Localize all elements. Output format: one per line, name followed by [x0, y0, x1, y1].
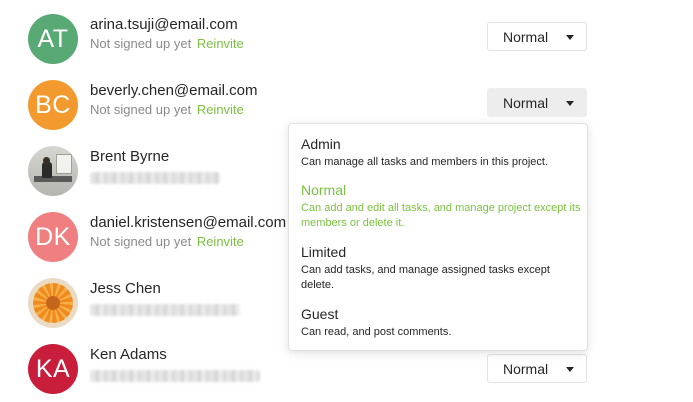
member-name: Jess Chen: [90, 280, 161, 297]
role-option-guest[interactable]: Guest Can read, and post comments.: [301, 306, 581, 340]
avatar: DK: [28, 212, 78, 262]
role-dropdown-menu: Admin Can manage all tasks and members i…: [288, 123, 588, 351]
caret-down-icon: [566, 35, 574, 40]
caret-down-icon: [566, 101, 574, 106]
role-option-title: Guest: [301, 306, 339, 322]
member-name: beverly.chen@email.com: [90, 82, 258, 99]
status-text: Not signed up yet: [90, 102, 192, 117]
status-text: Not signed up yet: [90, 36, 192, 51]
avatar: AT: [28, 14, 78, 64]
avatar: KA: [28, 344, 78, 394]
role-dropdown-button[interactable]: Normal: [487, 22, 587, 51]
member-status: Not signed up yet Reinvite: [90, 102, 244, 117]
role-dropdown-button[interactable]: Normal: [487, 354, 587, 383]
member-name: Brent Byrne: [90, 148, 170, 165]
caret-down-icon: [566, 367, 574, 372]
flower-photo-icon: [28, 278, 78, 328]
member-name: arina.tsuji@email.com: [90, 16, 238, 33]
role-option-title: Admin: [301, 136, 341, 152]
avatar: BC: [28, 80, 78, 130]
office-photo-icon: [28, 146, 78, 196]
role-option-description: Can manage all tasks and members in this…: [301, 156, 549, 168]
role-dropdown-button[interactable]: Normal: [487, 88, 587, 117]
member-name: daniel.kristensen@email.com: [90, 214, 287, 231]
role-option-description: Can read, and post comments.: [301, 326, 452, 338]
member-row: KA Ken Adams Normal: [28, 344, 588, 396]
redacted-email: [90, 172, 220, 184]
role-label: Normal: [503, 94, 549, 111]
redacted-email: [90, 370, 260, 382]
member-row: AT arina.tsuji@email.com Not signed up y…: [28, 14, 588, 66]
reinvite-link[interactable]: Reinvite: [197, 36, 244, 51]
role-option-description: Can add tasks, and manage assigned tasks…: [301, 264, 550, 291]
member-status: Not signed up yet Reinvite: [90, 36, 244, 51]
role-label: Normal: [503, 28, 549, 45]
reinvite-link[interactable]: Reinvite: [197, 102, 244, 117]
status-text: Not signed up yet: [90, 234, 192, 249]
role-label: Normal: [503, 360, 549, 377]
reinvite-link[interactable]: Reinvite: [197, 234, 244, 249]
role-option-admin[interactable]: Admin Can manage all tasks and members i…: [301, 136, 581, 170]
role-option-limited[interactable]: Limited Can add tasks, and manage assign…: [301, 244, 581, 293]
member-name: Ken Adams: [90, 346, 167, 363]
role-option-normal[interactable]: Normal Can add and edit all tasks, and m…: [301, 182, 581, 231]
member-status: Not signed up yet Reinvite: [90, 234, 244, 249]
redacted-email: [90, 304, 240, 316]
role-option-title: Limited: [301, 244, 347, 260]
role-option-description: Can add and edit all tasks, and manage p…: [301, 202, 581, 229]
role-option-title: Normal: [301, 182, 347, 198]
